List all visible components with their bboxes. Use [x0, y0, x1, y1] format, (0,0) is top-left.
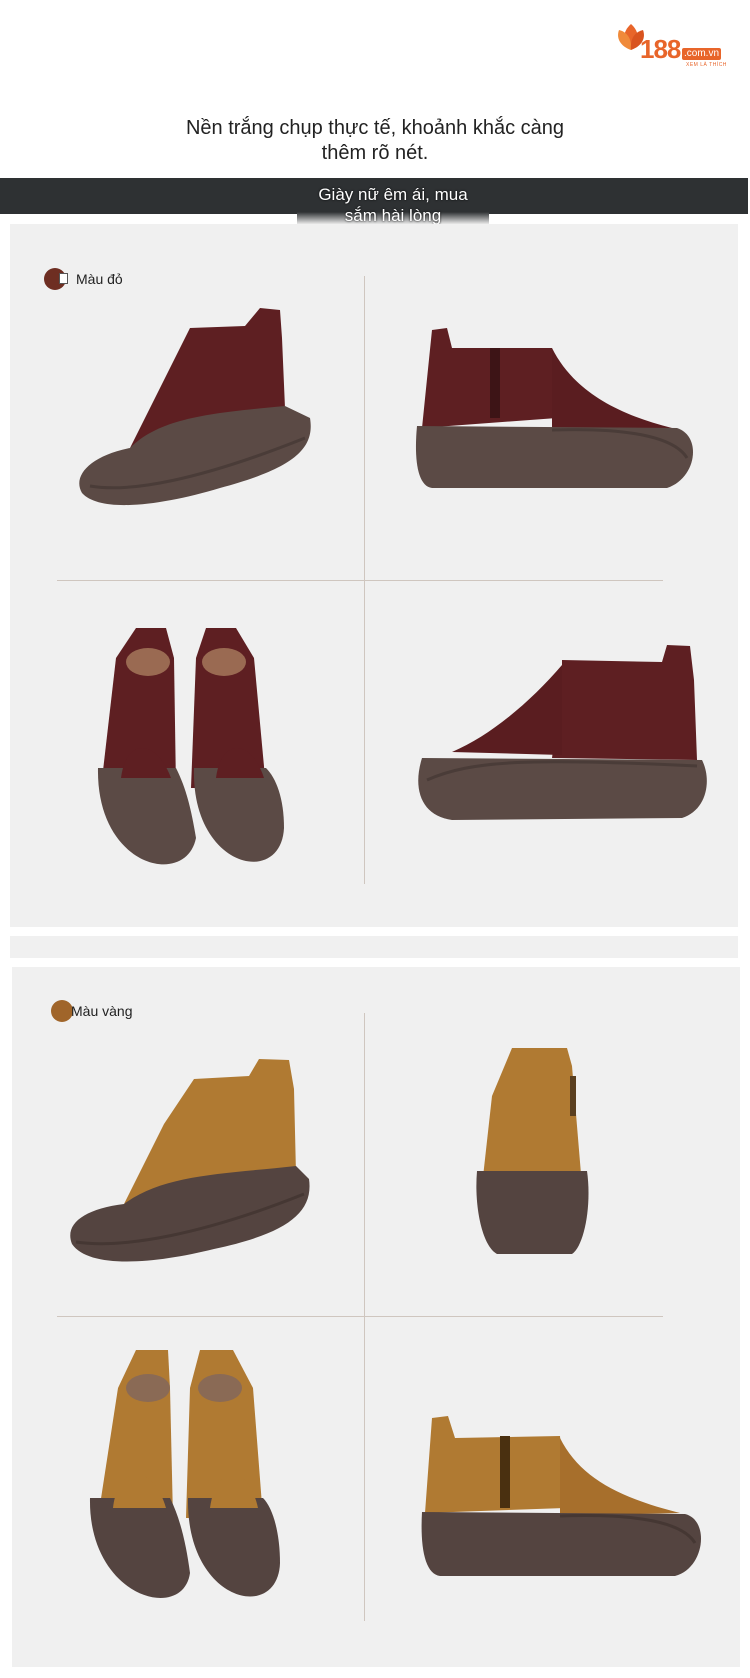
swatch-label: Màu vàng: [71, 1003, 133, 1019]
swatch-dot: [51, 1000, 73, 1022]
grid-divider-vertical: [364, 1013, 365, 1621]
headline-line-1: Nền trắng chụp thực tế, khoảnh khắc càng: [185, 117, 565, 139]
banner-line-2: sắm hài lòng: [344, 206, 442, 225]
product-image-red-side: [415, 328, 694, 488]
info-icon: [59, 273, 68, 284]
brand-tagline: XEM LÀ THÍCH: [686, 62, 727, 68]
brand-domain: .com.vn: [682, 48, 722, 60]
product-image-red-front: [97, 628, 284, 865]
product-image-yellow-front: [89, 1350, 280, 1598]
product-image-yellow-back: [476, 1048, 589, 1254]
banner-line-1: Giày nữ êm ái, mua: [318, 185, 468, 204]
product-image-yellow-angle: [70, 1059, 310, 1262]
brand-name: 188: [640, 34, 681, 64]
color-swatch-yellow[interactable]: Màu vàng: [51, 1000, 132, 1022]
grid-divider-horizontal: [57, 1316, 663, 1317]
color-swatch-red[interactable]: Màu đỏ: [44, 268, 123, 290]
product-image-yellow-side: [421, 1416, 702, 1576]
headline-line-2: thêm rõ nét.: [321, 142, 429, 164]
page-headline: Nền trắng chụp thực tế, khoảnh khắc càng…: [150, 116, 600, 166]
grid-divider-horizontal: [57, 580, 663, 581]
product-image-red-side-2: [418, 645, 707, 820]
brand-logo[interactable]: 188 .com.vn XEM LÀ THÍCH: [616, 22, 731, 70]
swatch-label: Màu đỏ: [76, 271, 123, 287]
banner-label: Giày nữ êm ái, mua sắm hài lòng: [297, 184, 489, 225]
product-image-red-angle: [79, 308, 311, 506]
section-separator: [10, 936, 738, 958]
